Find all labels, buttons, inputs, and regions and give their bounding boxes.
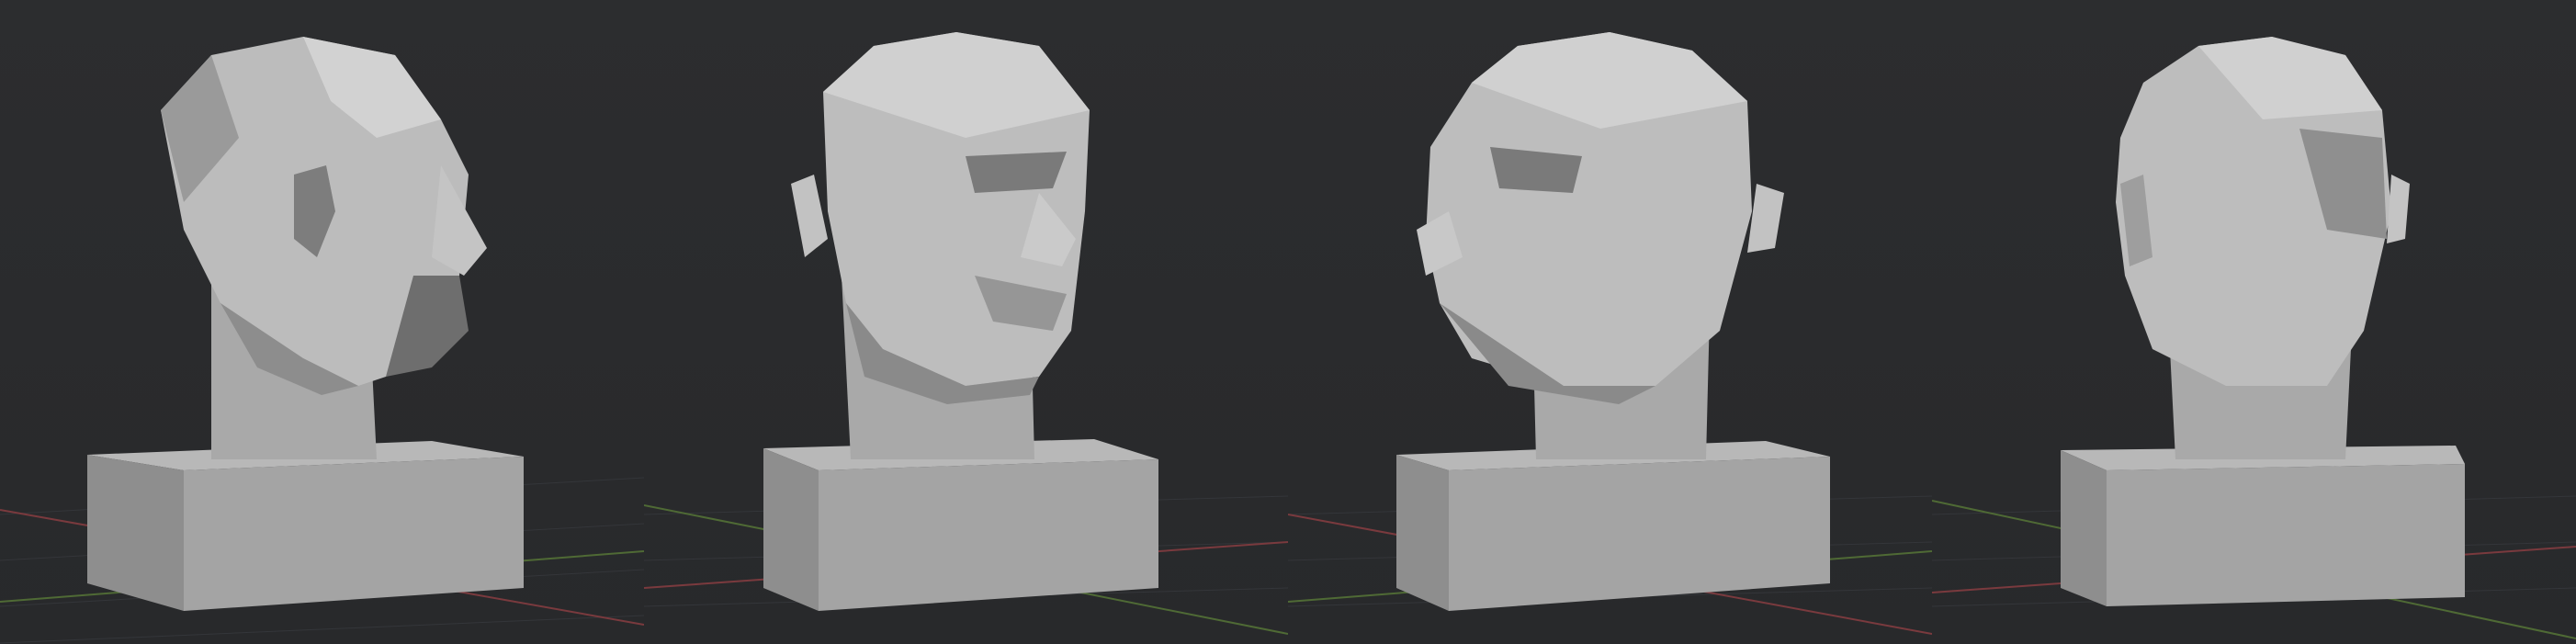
head-sculpt — [1417, 32, 1784, 459]
viewport-3-canvas — [1288, 32, 1932, 635]
pedestal — [1396, 441, 1830, 611]
viewport-1-canvas — [0, 37, 644, 644]
viewport-4 — [1932, 0, 2576, 644]
render-strip — [0, 0, 2576, 644]
viewport-1 — [0, 0, 644, 644]
viewport-2-canvas — [644, 32, 1288, 635]
viewport-2 — [644, 0, 1288, 644]
pedestal — [87, 441, 524, 611]
head-sculpt — [2116, 37, 2410, 459]
head-sculpt — [161, 37, 487, 459]
viewport-4-canvas — [1932, 37, 2576, 639]
pedestal — [2061, 446, 2465, 606]
pedestal — [763, 439, 1158, 611]
head-sculpt — [791, 32, 1090, 459]
viewport-3 — [1288, 0, 1932, 644]
